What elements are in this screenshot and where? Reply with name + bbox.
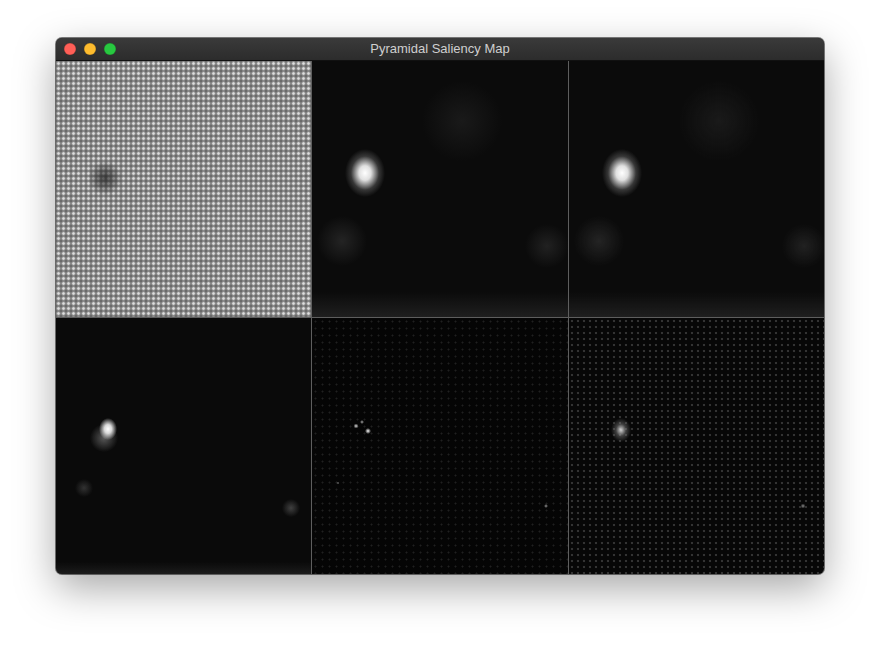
zoom-button[interactable] [104, 43, 116, 55]
minimize-button[interactable] [84, 43, 96, 55]
close-button[interactable] [64, 43, 76, 55]
saliency-panel [56, 61, 311, 317]
window-controls [56, 43, 136, 55]
page: Pyramidal Saliency Map [0, 0, 880, 646]
app-window: Pyramidal Saliency Map [56, 38, 824, 574]
title-bar: Pyramidal Saliency Map [56, 38, 824, 61]
window-title: Pyramidal Saliency Map [136, 41, 744, 57]
saliency-panel [312, 61, 567, 317]
saliency-panel [312, 318, 567, 574]
saliency-panel [569, 318, 824, 574]
saliency-panel [56, 318, 311, 574]
panel-grid [56, 61, 824, 574]
saliency-panel [569, 61, 824, 317]
